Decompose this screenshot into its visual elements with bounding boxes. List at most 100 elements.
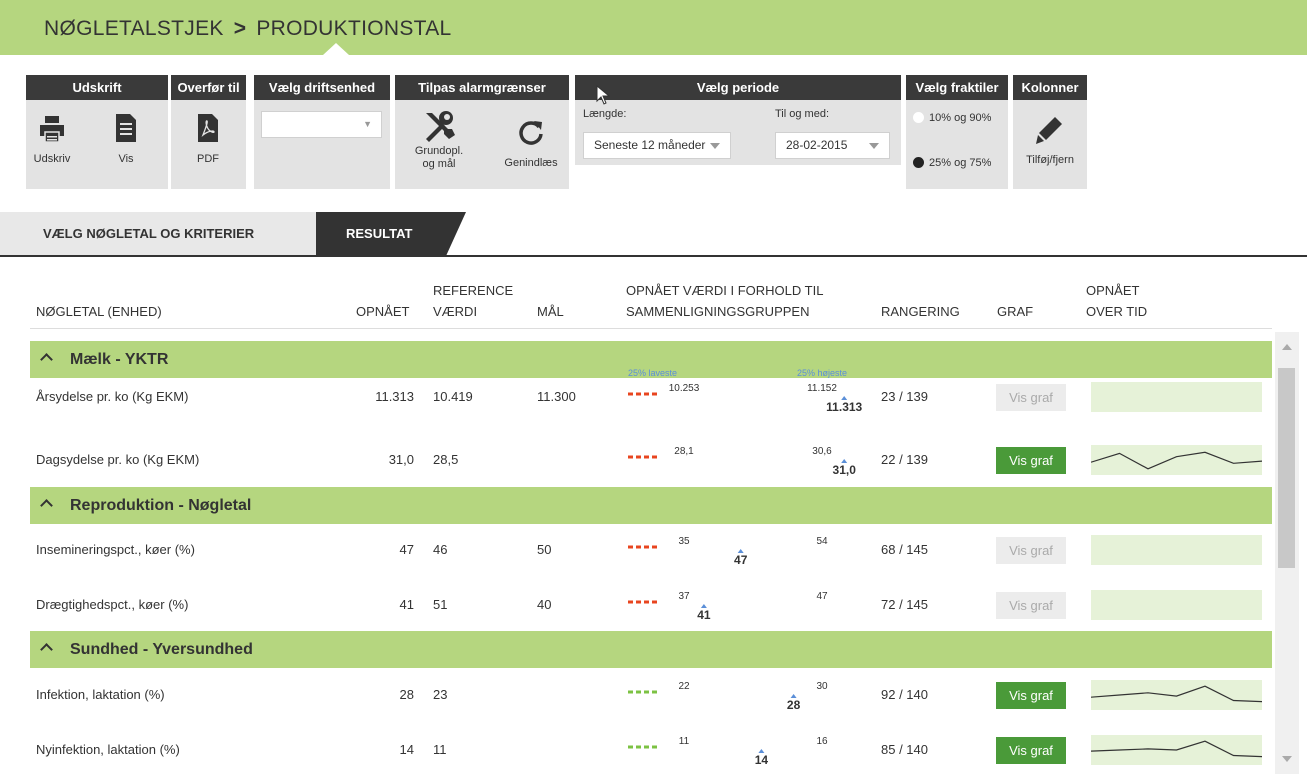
achieved-marker-label: 14 bbox=[755, 753, 769, 767]
sparkline bbox=[1091, 382, 1262, 412]
show-graph-button[interactable]: Vis graf bbox=[996, 737, 1066, 764]
toolbar-title-overfor: Overfør til bbox=[171, 75, 246, 100]
group-header-sundhed[interactable]: Sundhed - Yversundhed bbox=[30, 631, 1272, 668]
sparkline-chart bbox=[1090, 685, 1263, 703]
low-fractile-label: 28,1 bbox=[674, 446, 694, 457]
chevron-up-icon bbox=[40, 499, 53, 512]
genindlaes-label: Genindlæs bbox=[504, 157, 558, 169]
breadcrumb-item-produktionstal: PRODUKTIONSTAL bbox=[256, 17, 452, 40]
group-label: Mælk - YKTR bbox=[70, 351, 169, 368]
column-header-rangering: RANGERING bbox=[881, 304, 960, 319]
toolbar-title-udskrift: Udskrift bbox=[26, 75, 168, 100]
toolbar-title-kolonner: Kolonner bbox=[1013, 75, 1087, 100]
fraktil-option-25-75[interactable]: 25% og 75% bbox=[913, 157, 991, 169]
toolbar-title-alarm: Tilpas alarmgrænser bbox=[395, 75, 569, 100]
view-label: Vis bbox=[118, 153, 134, 165]
chevron-up-icon bbox=[40, 643, 53, 656]
pencil-icon bbox=[1036, 117, 1062, 144]
view-button[interactable]: Vis bbox=[106, 113, 146, 165]
grundopl-button[interactable]: Grundopl. og mål bbox=[407, 109, 471, 171]
column-header-graf: GRAF bbox=[997, 304, 1034, 319]
sparkline-chart bbox=[1090, 740, 1263, 758]
breadcrumb-item-noegletalstjek[interactable]: NØGLETALSTJEK bbox=[44, 17, 224, 40]
comparison-bar: 10.253 11.152 25% laveste 25% højeste 11.313 bbox=[628, 368, 863, 414]
scroll-up-icon[interactable] bbox=[1282, 344, 1292, 350]
header-bar: NØGLETALSTJEK > PRODUKTIONSTAL bbox=[0, 0, 1307, 55]
achieved-value: 31,0 bbox=[388, 452, 414, 467]
to-date-select[interactable]: 28-02-2015 bbox=[775, 132, 890, 159]
toolbar-group-udskrift: Udskrift Udskriv Vis bbox=[26, 75, 168, 189]
chevron-down-icon bbox=[869, 143, 879, 149]
tab-vaelg-noegletal[interactable]: VÆLG NØGLETAL OG KRITERIER bbox=[0, 212, 338, 256]
sparkline bbox=[1090, 445, 1263, 475]
reference-value: 51 bbox=[433, 597, 448, 612]
sparkline bbox=[1091, 590, 1262, 620]
column-header-maal: MÅL bbox=[537, 304, 564, 319]
column-header-sammenligning-line1: OPNÅET VÆRDI I FORHOLD TIL bbox=[626, 283, 824, 298]
column-header-over-tid: OPNÅET OVER TID bbox=[1086, 282, 1147, 320]
column-header-reference-line1: REFERENCE bbox=[433, 283, 514, 298]
edit-columns-button[interactable]: Tilføj/fjern bbox=[1015, 115, 1085, 166]
low-fractile-label: 37 bbox=[678, 591, 690, 602]
metric-name: Infektion, laktation (%) bbox=[36, 687, 165, 702]
group-header-reproduktion[interactable]: Reproduktion - Nøgletal bbox=[30, 487, 1272, 524]
print-button[interactable]: Udskriv bbox=[32, 115, 72, 165]
achieved-value: 47 bbox=[399, 542, 414, 557]
length-label: Længde: bbox=[583, 108, 627, 120]
pdf-button[interactable]: PDF bbox=[186, 113, 230, 165]
achieved-marker-label: 47 bbox=[734, 553, 748, 567]
reference-value: 11 bbox=[433, 742, 447, 757]
length-value: Seneste 12 måneder bbox=[594, 138, 706, 152]
show-graph-button[interactable]: Vis graf bbox=[996, 447, 1066, 474]
sparkline bbox=[1090, 680, 1263, 710]
radio-icon bbox=[913, 112, 924, 123]
printer-icon bbox=[40, 116, 64, 143]
refresh-icon bbox=[519, 121, 543, 145]
column-header-sammenligning: OPNÅET VÆRDI I FORHOLD TIL SAMMENLIGNING… bbox=[626, 282, 823, 320]
fraktil-option-10-90-label: 10% og 90% bbox=[929, 112, 992, 124]
comparison-bar: 37 47 41 bbox=[628, 591, 858, 622]
scrollbar-thumb[interactable] bbox=[1278, 368, 1295, 568]
goal-value: 40 bbox=[537, 597, 552, 612]
genindlaes-button[interactable]: Genindlæs bbox=[499, 119, 563, 169]
column-header-reference-line2: VÆRDI bbox=[433, 304, 478, 319]
achieved-marker-label: 28 bbox=[787, 698, 801, 712]
high-fractile-label: 47 bbox=[816, 591, 828, 602]
goal-value: 11.300 bbox=[537, 389, 576, 404]
print-label: Udskriv bbox=[33, 153, 71, 165]
reference-value: 28,5 bbox=[433, 452, 459, 467]
scroll-down-icon[interactable] bbox=[1282, 756, 1292, 762]
achieved-value: 41 bbox=[399, 597, 414, 612]
sparkline-line bbox=[1090, 740, 1263, 758]
column-header-opnaaet: OPNÅET bbox=[356, 304, 410, 319]
toolbar-group-kolonner: Kolonner Tilføj/fjern bbox=[1013, 75, 1087, 189]
legend-high-label: 25% højeste bbox=[797, 368, 847, 378]
document-icon bbox=[116, 114, 136, 142]
sparkline bbox=[1091, 535, 1262, 565]
show-graph-button: Vis graf bbox=[996, 537, 1066, 564]
tab-resultat[interactable]: RESULTAT bbox=[316, 212, 466, 256]
comparison-bar: 11 16 14 bbox=[628, 736, 858, 767]
fraktil-option-10-90[interactable]: 10% og 90% bbox=[913, 112, 991, 124]
toolbar-title-periode: Vælg periode bbox=[575, 75, 901, 100]
pdf-icon bbox=[198, 114, 218, 142]
breadcrumb-separator: > bbox=[233, 17, 247, 40]
driftsenhed-select[interactable]: ▼ bbox=[261, 111, 382, 138]
tab-underline bbox=[0, 255, 1307, 257]
toolbar-title-fraktiler: Vælg fraktiler bbox=[906, 75, 1008, 100]
high-fractile-label: 16 bbox=[816, 736, 828, 747]
show-graph-button: Vis graf bbox=[996, 384, 1066, 411]
show-graph-button[interactable]: Vis graf bbox=[996, 682, 1066, 709]
header-notch bbox=[323, 43, 349, 55]
sparkline-chart bbox=[1090, 451, 1263, 470]
sparkline bbox=[1090, 735, 1263, 765]
scrollbar[interactable] bbox=[1275, 332, 1299, 774]
tools-icon bbox=[426, 111, 455, 142]
mouse-pointer-icon bbox=[596, 85, 610, 105]
toolbar-title-driftsenhed: Vælg driftsenhed bbox=[254, 75, 390, 100]
toolbar-group-driftsenhed: Vælg driftsenhed ▼ bbox=[254, 75, 390, 189]
metric-name: Årsydelse pr. ko (Kg EKM) bbox=[36, 389, 189, 404]
column-header-over-tid-line2: OVER TID bbox=[1086, 304, 1148, 319]
toolbar-group-alarm: Tilpas alarmgrænser Grundopl. og mål Gen… bbox=[395, 75, 569, 189]
length-select[interactable]: Seneste 12 måneder bbox=[583, 132, 731, 159]
